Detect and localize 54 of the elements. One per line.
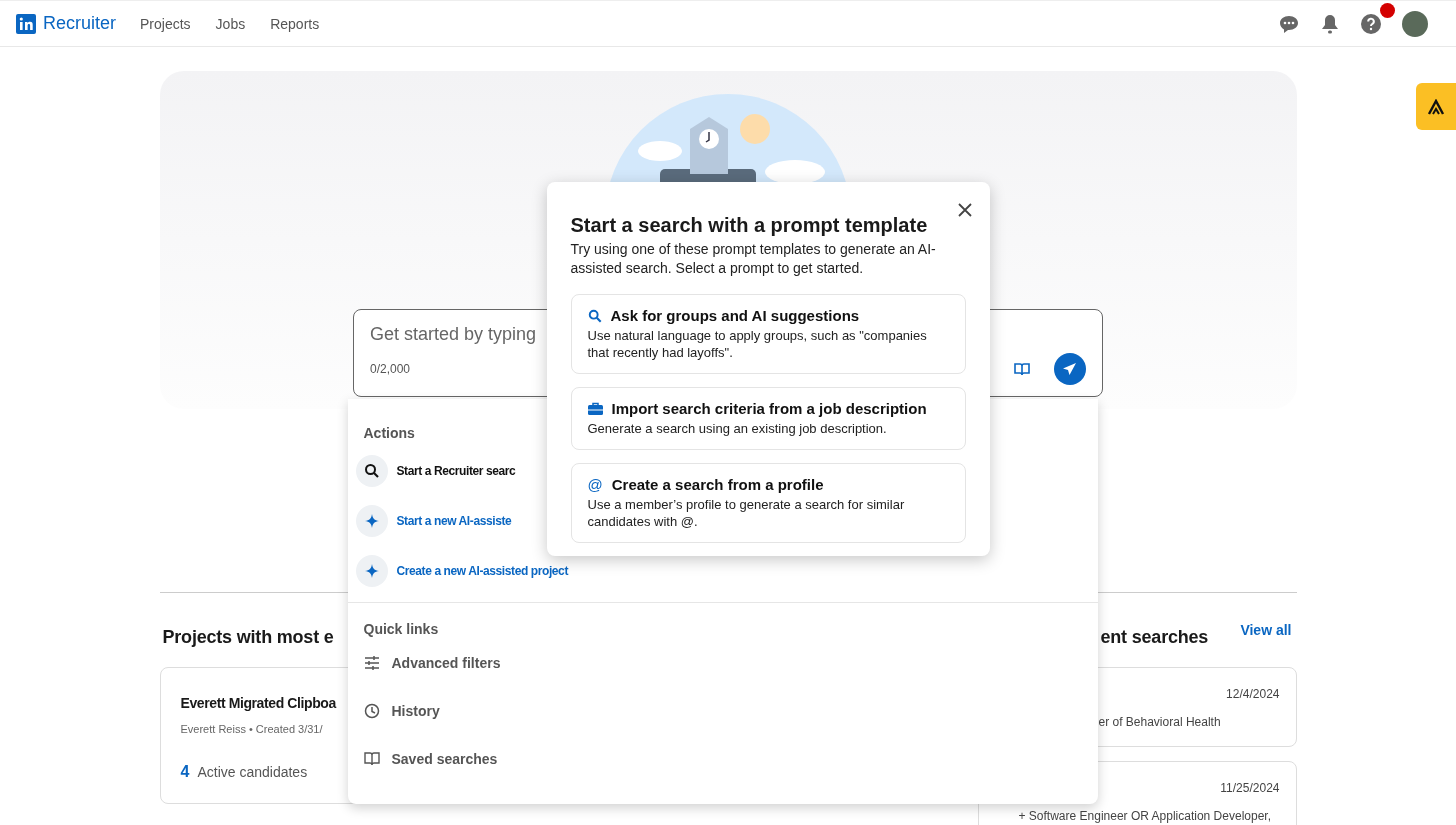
section-label: Actions	[363, 425, 415, 441]
prompt-template-card[interactable]: Import search criteria from a job description Generate a search using an existing job description.	[570, 387, 966, 450]
close-icon[interactable]	[957, 203, 972, 217]
template-title: Import search criteria from a job description	[611, 400, 927, 417]
section-heading: ent searches	[1100, 627, 1209, 648]
action-link[interactable]: Start a new AI-assiste	[396, 514, 512, 528]
candidate-label: Active candidates	[197, 764, 308, 780]
template-description: Use natural language to apply groups, such as "companies that recently had layoffs".	[587, 327, 928, 361]
send-icon	[1062, 361, 1078, 377]
brand-link[interactable]: Recruiter	[43, 13, 117, 34]
briefcase-icon	[587, 401, 603, 416]
search-field[interactable]: Get started by typing	[370, 324, 560, 345]
nav-link[interactable]: Reports	[270, 15, 320, 32]
template-title: Ask for groups and AI suggestions	[610, 307, 860, 324]
sparkle-icon	[355, 505, 388, 537]
search-query: er of Behavioral Health	[1098, 715, 1222, 729]
search-query: + Software Engineer OR Application Developer,	[1018, 809, 1272, 823]
project-meta: Everett Reiss • Created 3/31/	[180, 723, 323, 735]
search-icon	[355, 455, 388, 487]
search-date: 11/25/2024	[1220, 781, 1280, 795]
dialog-title: Start a search with a prompt template	[570, 214, 929, 237]
help-icon[interactable]	[1359, 11, 1383, 36]
character-counter: 0/2,000	[370, 362, 411, 376]
quick-link[interactable]: History	[391, 703, 440, 719]
quick-link[interactable]: Advanced filters	[391, 655, 501, 671]
template-title: Create a search from a profile	[611, 476, 824, 493]
search-date: 12/4/2024	[1226, 687, 1280, 701]
action-link[interactable]: Create a new AI-assisted project	[396, 564, 568, 578]
project-title: Everett Migrated Clipboa	[180, 695, 336, 711]
action-link[interactable]: Start a Recruiter searc	[396, 464, 516, 478]
nav-link[interactable]: Projects	[140, 15, 191, 32]
section-heading: Projects with most e	[162, 627, 334, 648]
mountain-logo-icon	[1427, 98, 1445, 115]
avatar[interactable]	[1402, 10, 1428, 37]
candidate-count: 4	[180, 763, 190, 781]
dialog-description: Try using one of these prompt templates to generate an AI-assisted search. Select a prompt to get started.	[570, 240, 937, 278]
search-icon	[587, 308, 602, 323]
book-icon	[363, 752, 380, 766]
sliders-icon	[363, 656, 380, 670]
clock-icon	[363, 703, 380, 719]
at-symbol: @	[587, 476, 603, 493]
prompt-template-card[interactable]: @ Create a search from a profile Use a member’s profile to generate a search for similar candidates with @.	[570, 463, 966, 543]
send-button[interactable]	[1054, 353, 1086, 385]
nav-link[interactable]: Jobs	[215, 15, 246, 32]
book-icon[interactable]	[1013, 360, 1031, 378]
template-description: Generate a search using an existing job description.	[587, 420, 888, 437]
section-label: Quick links	[363, 621, 439, 637]
view-all-link[interactable]: View all	[1240, 622, 1292, 638]
sparkle-icon	[355, 555, 388, 587]
prompt-template-card[interactable]: Ask for groups and AI suggestions Use natural language to apply groups, such as "companies that recently had layoffs".	[570, 294, 966, 374]
linkedin-logo-icon[interactable]	[16, 13, 36, 34]
template-description: Use a member’s profile to generate a search for similar candidates with @.	[587, 496, 906, 530]
quick-link[interactable]: Saved searches	[391, 751, 498, 767]
extension-tab[interactable]	[1416, 83, 1456, 130]
